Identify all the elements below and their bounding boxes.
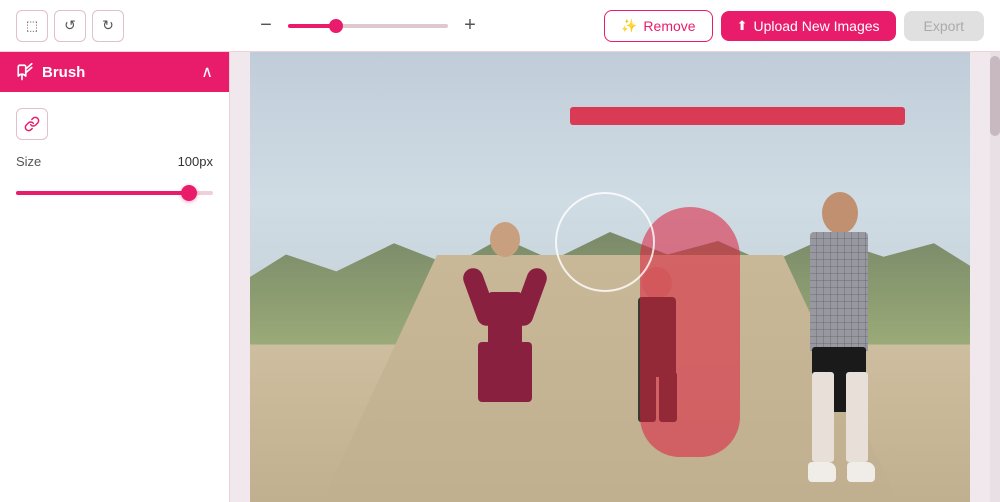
brush-panel-header[interactable]: Brush ∧	[0, 52, 229, 92]
person-left-head	[490, 222, 520, 257]
red-overlay-person	[640, 207, 740, 457]
frame-icon: ⬚	[26, 18, 38, 34]
red-overlay-top	[570, 107, 905, 125]
zoom-control: − +	[252, 12, 484, 40]
toolbar: ⬚ ↺ ↻ − + ✨ Remove ⬆ Upload New Images E…	[0, 0, 1000, 52]
size-row: Size 100px	[16, 154, 213, 169]
canvas-area[interactable]	[230, 52, 990, 502]
upload-label: Upload New Images	[753, 18, 879, 34]
person-right-head	[822, 192, 858, 234]
brush-icon	[16, 63, 34, 81]
person-right-leg-r	[846, 372, 868, 462]
zoom-in-button[interactable]: +	[456, 12, 484, 40]
brush-panel-body: Size 100px	[0, 92, 229, 219]
remove-button[interactable]: ✨ Remove	[604, 10, 712, 42]
size-slider-fill	[16, 191, 189, 195]
person-right-shoe-l	[808, 462, 836, 482]
person-right-leg-l	[812, 372, 834, 462]
person-right-shoe-r	[847, 462, 875, 482]
person-left-leg-l	[478, 342, 500, 402]
brush-panel-title: Brush	[42, 64, 85, 81]
link-icon	[24, 116, 40, 132]
scrollbar[interactable]	[990, 52, 1000, 502]
undo-icon: ↺	[64, 17, 76, 34]
zoom-slider-thumb[interactable]	[329, 19, 343, 33]
person-right	[800, 192, 880, 502]
sidebar: Brush ∧ Size 100px	[0, 52, 230, 502]
brush-cursor-circle	[555, 192, 655, 292]
person-left	[470, 222, 540, 402]
scrollbar-thumb[interactable]	[990, 56, 1000, 136]
remove-label: Remove	[643, 18, 695, 34]
upload-button[interactable]: ⬆ Upload New Images	[721, 11, 896, 41]
redo-button[interactable]: ↻	[92, 10, 124, 42]
collapse-icon[interactable]: ∧	[201, 62, 213, 82]
zoom-out-button[interactable]: −	[252, 12, 280, 40]
export-button: Export	[904, 11, 984, 41]
brush-panel-title-group: Brush	[16, 63, 85, 81]
brush-link-btn[interactable]	[16, 108, 48, 140]
size-slider-thumb[interactable]	[181, 185, 197, 201]
frame-button[interactable]: ⬚	[16, 10, 48, 42]
toolbar-left: ⬚ ↺ ↻	[16, 10, 124, 42]
size-label: Size	[16, 154, 41, 169]
zoom-slider-track[interactable]	[288, 16, 448, 36]
size-value: 100px	[178, 154, 213, 169]
redo-icon: ↻	[102, 17, 114, 34]
size-slider[interactable]	[16, 183, 213, 203]
export-label: Export	[924, 18, 964, 34]
person-right-shirt	[810, 232, 868, 352]
upload-icon: ⬆	[737, 18, 748, 34]
shirt-pattern	[810, 232, 868, 352]
main-content: Brush ∧ Size 100px	[0, 52, 1000, 502]
person-left-leg-r	[510, 342, 532, 402]
wand-icon: ✨	[621, 18, 637, 34]
photo-scene	[250, 52, 970, 502]
undo-button[interactable]: ↺	[54, 10, 86, 42]
